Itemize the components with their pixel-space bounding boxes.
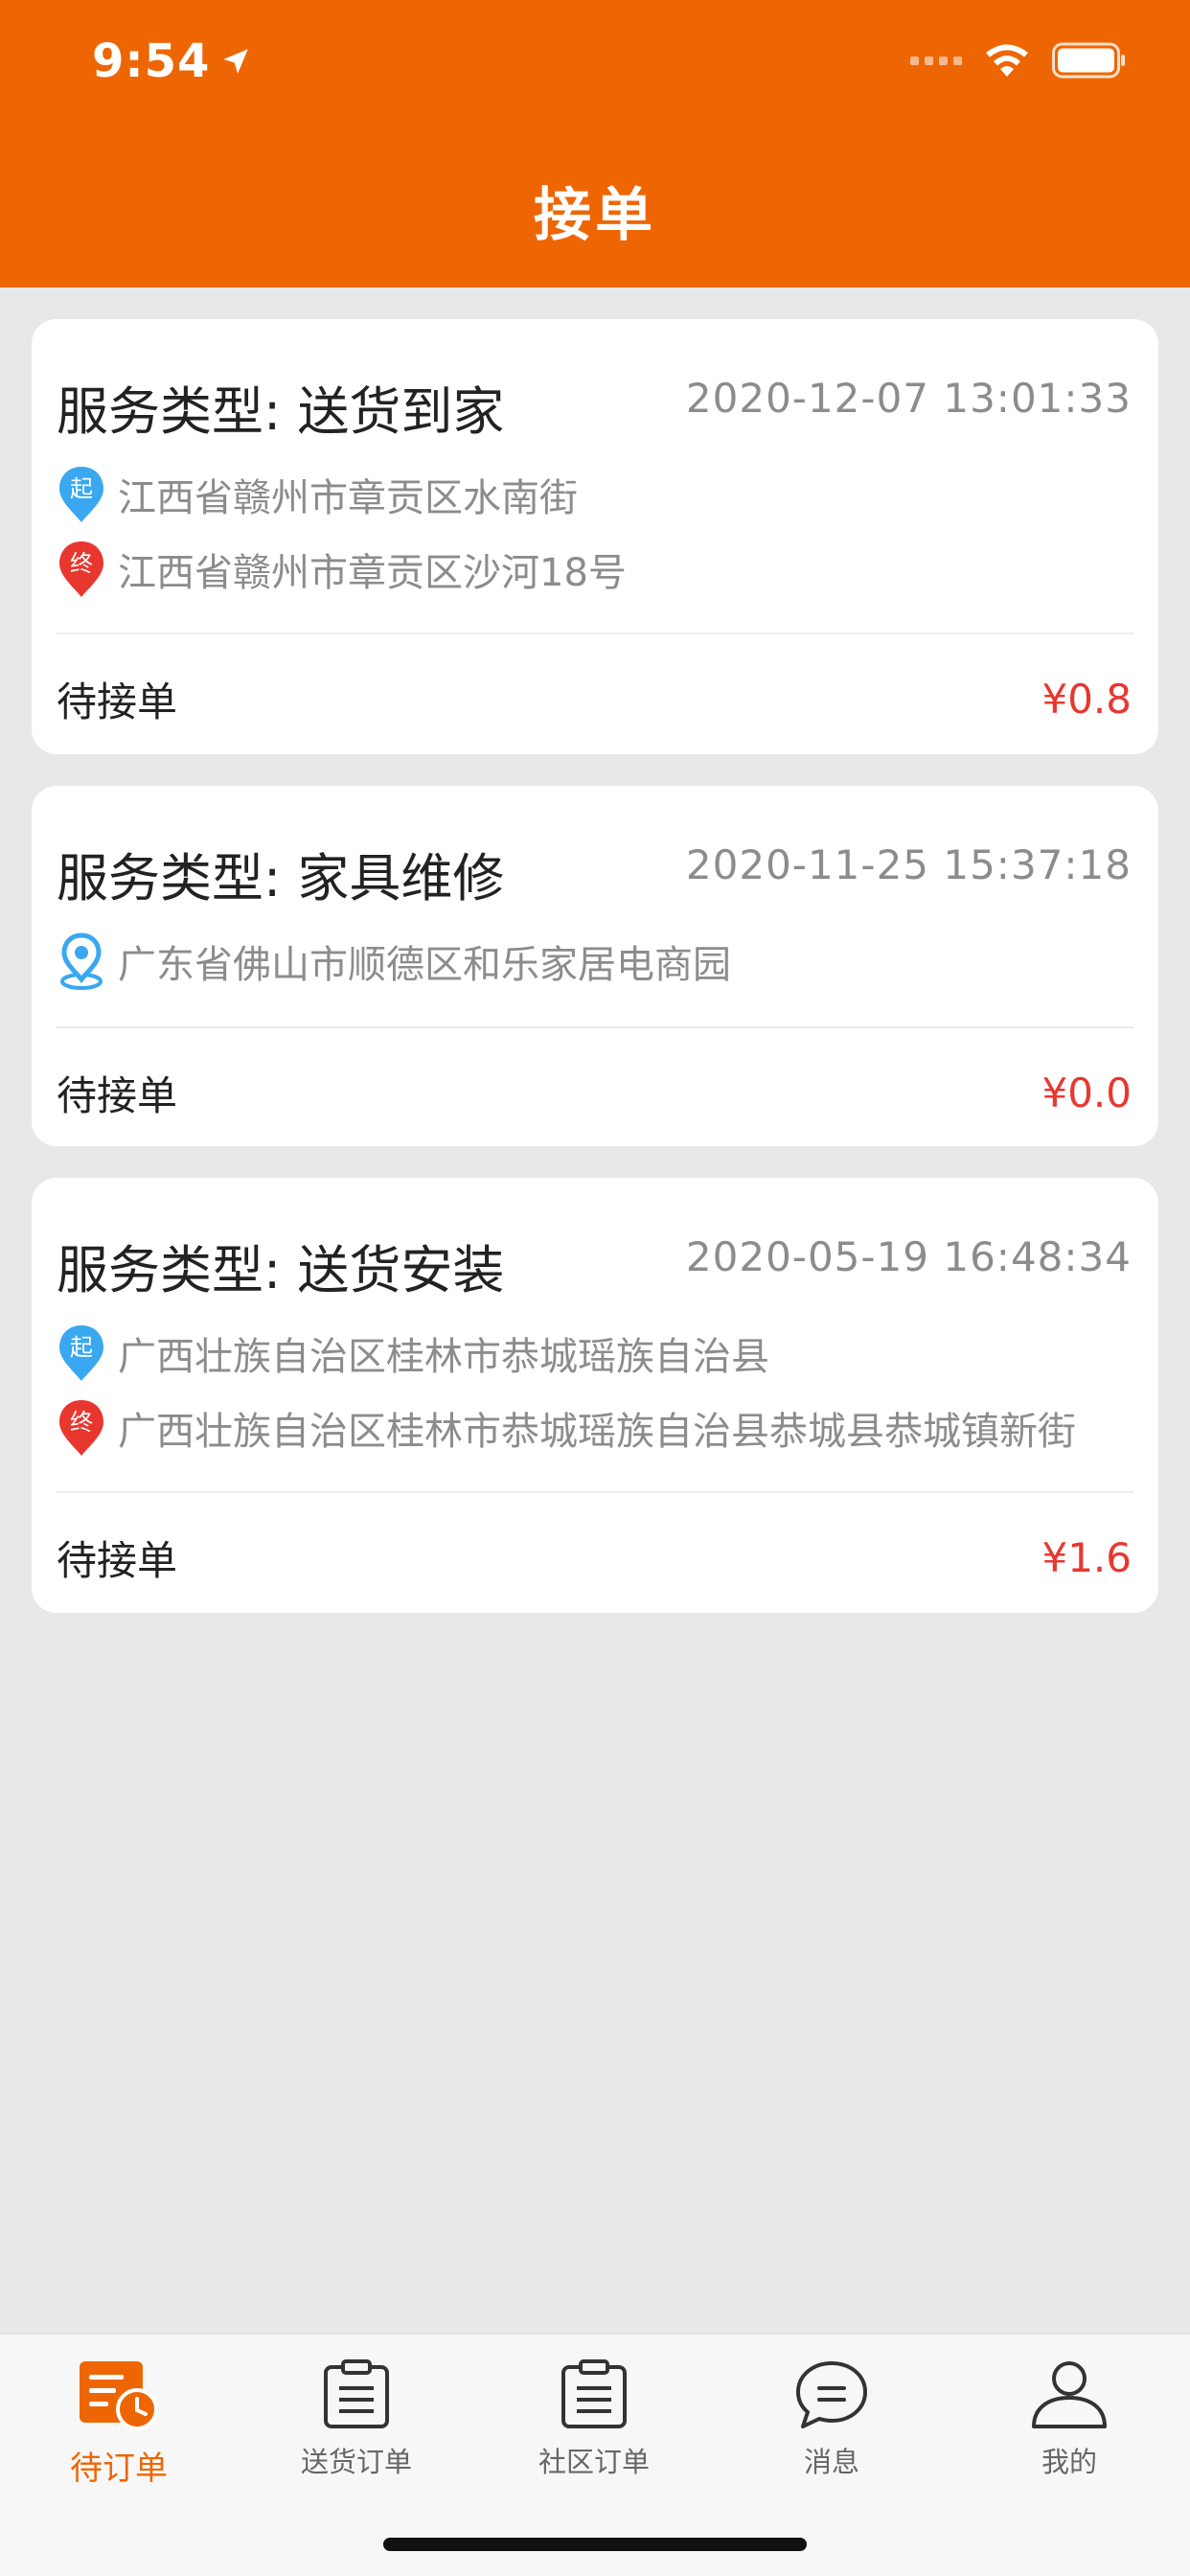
order-card[interactable]: 服务类型: 送货安装 2020-05-19 16:48:34 起 广西壮族自治区…: [32, 1178, 1158, 1613]
tab-label: 待订单: [70, 2450, 168, 2488]
status-bar-time: 9:54: [92, 34, 252, 88]
order-timestamp: 2020-12-07 13:01:33: [685, 375, 1132, 422]
end-pin-icon: 终: [59, 1400, 103, 1456]
tab-delivery-orders[interactable]: 送货订单: [238, 2359, 475, 2503]
end-address-row: 终 江西省赣州市章贡区沙河18号: [57, 540, 1133, 598]
start-address: 广西壮族自治区桂林市恭城瑶族自治县: [118, 1335, 769, 1379]
address-row: 广东省佛山市顺德区和乐家居电商园: [57, 932, 1133, 990]
order-status: 待接单: [57, 1536, 178, 1584]
battery-icon: [1052, 42, 1125, 79]
order-card[interactable]: 服务类型: 送货到家 2020-12-07 13:01:33 起 江西省赣州市章…: [32, 319, 1158, 754]
page-title: 接单: [534, 182, 656, 249]
tab-label: 消息: [803, 2446, 859, 2478]
svg-text:起: 起: [70, 475, 93, 502]
start-pin-icon: 起: [59, 1325, 103, 1381]
start-address-row: 起 广西壮族自治区桂林市恭城瑶族自治县: [57, 1324, 1133, 1382]
end-address-row: 终 广西壮族自治区桂林市恭城瑶族自治县恭城县恭城镇新街: [57, 1399, 1133, 1457]
tab-community-orders[interactable]: 社区订单: [475, 2359, 713, 2503]
pending-orders-icon: [80, 2361, 158, 2430]
order-status: 待接单: [57, 678, 178, 725]
svg-text:起: 起: [70, 1334, 93, 1361]
profile-icon: [1032, 2361, 1107, 2428]
order-timestamp: 2020-11-25 15:37:18: [685, 841, 1132, 888]
end-pin-icon: 终: [59, 541, 103, 597]
order-timestamp: 2020-05-19 16:48:34: [685, 1233, 1132, 1280]
order-price: ¥0.8: [1041, 675, 1132, 723]
order-price: ¥1.6: [1041, 1533, 1132, 1581]
address: 广东省佛山市顺德区和乐家居电商园: [118, 943, 731, 987]
start-address-row: 起 江西省赣州市章贡区水南街: [57, 466, 1133, 523]
messages-icon: [796, 2361, 867, 2428]
tab-label: 社区订单: [538, 2446, 650, 2478]
signal-icon: [910, 56, 962, 65]
end-address: 江西省赣州市章贡区沙河18号: [118, 551, 627, 595]
start-pin-icon: 起: [59, 467, 103, 522]
tab-label: 送货订单: [300, 2446, 412, 2478]
tab-pending-orders[interactable]: 待订单: [0, 2359, 238, 2503]
tab-label: 我的: [1041, 2446, 1097, 2478]
app-header: 9:54 接单: [0, 0, 1190, 288]
order-status: 待接单: [57, 1071, 178, 1119]
svg-text:终: 终: [70, 1409, 93, 1436]
order-card[interactable]: 服务类型: 家具维修 2020-11-25 15:37:18 广东省佛山市顺德区…: [32, 786, 1158, 1146]
status-bar-indicators: [910, 42, 1127, 79]
svg-text:终: 终: [70, 550, 93, 577]
end-address: 广西壮族自治区桂林市恭城瑶族自治县恭城县恭城镇新街: [118, 1410, 1076, 1454]
community-orders-icon: [561, 2359, 627, 2428]
start-address: 江西省赣州市章贡区水南街: [118, 476, 578, 520]
tab-profile[interactable]: 我的: [950, 2359, 1188, 2503]
order-price: ¥0.0: [1041, 1069, 1132, 1116]
home-indicator[interactable]: [383, 2538, 807, 2551]
wifi-icon: [986, 44, 1028, 77]
location-pin-icon: [60, 932, 103, 990]
delivery-orders-icon: [324, 2359, 389, 2428]
location-arrow-icon: [223, 49, 249, 74]
tab-messages[interactable]: 消息: [713, 2359, 950, 2503]
